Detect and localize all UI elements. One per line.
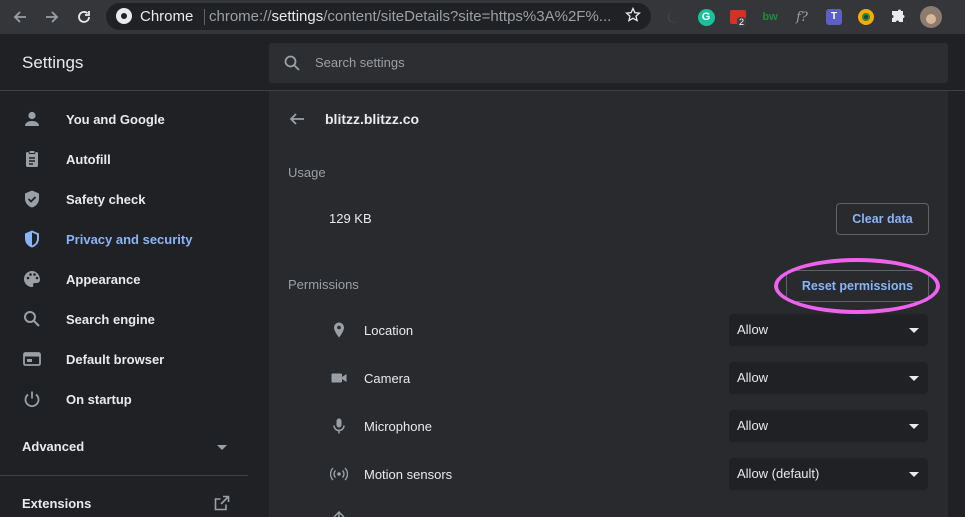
site-title: blitzz.blitzz.co (325, 111, 420, 127)
chrome-logo-icon (116, 8, 132, 24)
power-icon (24, 391, 40, 408)
back-button[interactable] (9, 6, 31, 28)
microphone-icon (333, 418, 345, 434)
bw-extension-icon[interactable]: bw (760, 7, 780, 27)
search-settings-field[interactable]: Search settings (269, 43, 948, 83)
sidebar-item-you-and-google[interactable]: You and Google (0, 101, 248, 137)
address-bar-divider (204, 9, 205, 25)
permission-label: Camera (364, 371, 411, 386)
sidebar-item-privacy-and-security[interactable]: Privacy and security (0, 221, 248, 257)
dropdown-arrow-icon (909, 424, 919, 429)
sidebar-divider (0, 475, 248, 476)
sidebar-item-autofill[interactable]: Autofill (0, 141, 248, 177)
sidebar-item-label: Privacy and security (66, 232, 193, 247)
permission-row-microphone: Microphone Allow (269, 403, 948, 451)
url-rest: /content/siteDetails?site=https%3A%2F%..… (323, 8, 612, 25)
chevron-down-icon[interactable] (217, 445, 227, 450)
reload-button[interactable] (73, 6, 95, 28)
permission-row-location: Location Allow (269, 307, 948, 355)
moon-icon[interactable] (664, 7, 684, 27)
palette-icon (24, 271, 40, 287)
permission-row-motion-sensors: Motion sensors Allow (default) (269, 451, 948, 499)
bw-label: bw (762, 11, 778, 23)
todo-badge: 2 (737, 17, 747, 27)
next-permission-icon (330, 510, 348, 517)
location-icon (334, 322, 344, 338)
color-picker-icon[interactable] (856, 7, 876, 27)
permission-row-camera: Camera Allow (269, 355, 948, 403)
sidebar-item-on-startup[interactable]: On startup (0, 381, 248, 417)
search-icon (283, 54, 301, 77)
grammarly-icon[interactable]: G (696, 7, 716, 27)
browser-icon (23, 352, 41, 366)
motion-sensors-select[interactable]: Allow (default) (729, 458, 928, 490)
camera-select[interactable]: Allow (729, 362, 928, 394)
sidebar-item-label: Search engine (66, 312, 155, 327)
sidebar-item-label: Safety check (66, 192, 146, 207)
shield-icon (25, 230, 39, 248)
select-value: Allow (737, 322, 769, 337)
usage-heading: Usage (288, 165, 326, 180)
camera-icon (331, 373, 347, 383)
arrow-right-icon (46, 11, 59, 23)
reload-icon (78, 11, 90, 23)
dropdown-arrow-icon (909, 376, 919, 381)
permissions-heading: Permissions (288, 277, 359, 292)
page-title: Settings (22, 53, 84, 72)
sidebar-advanced-toggle[interactable]: Advanced (22, 439, 84, 454)
arrow-left-icon (13, 11, 26, 23)
sidebar-item-label: On startup (66, 392, 132, 407)
sidebar-item-label: Appearance (66, 272, 141, 287)
select-value: Allow (default) (737, 466, 820, 481)
profile-avatar[interactable] (920, 6, 942, 28)
sidebar-item-label: Default browser (66, 352, 165, 367)
select-value: Allow (737, 418, 769, 433)
reset-permissions-button[interactable]: Reset permissions (786, 270, 929, 302)
motion-sensor-icon (330, 467, 348, 481)
dropdown-arrow-icon (909, 328, 919, 333)
search-icon (24, 311, 40, 327)
browser-toolbar: Chrome chrome://settings/content/siteDet… (0, 0, 965, 34)
usage-value: 129 KB (329, 211, 372, 226)
sidebar-item-default-browser[interactable]: Default browser (0, 341, 248, 377)
dropdown-arrow-icon (909, 472, 919, 477)
sidebar-extensions-link[interactable]: Extensions (22, 496, 91, 511)
puzzle-icon[interactable] (888, 7, 908, 27)
fx-label: f? (796, 9, 808, 25)
microphone-select[interactable]: Allow (729, 410, 928, 442)
url-bold: settings (271, 8, 324, 25)
search-input[interactable]: Search settings (315, 55, 405, 70)
teams-letter: T (826, 9, 842, 25)
bookmark-star-icon[interactable] (624, 6, 642, 28)
sidebar-item-appearance[interactable]: Appearance (0, 261, 248, 297)
grammarly-letter: G (697, 8, 715, 26)
sidebar-item-safety-check[interactable]: Safety check (0, 181, 248, 217)
permission-label: Microphone (364, 419, 432, 434)
teams-icon[interactable]: T (824, 7, 844, 27)
permission-label: Location (364, 323, 414, 338)
location-select[interactable]: Allow (729, 314, 928, 346)
open-in-new-icon[interactable] (214, 495, 230, 516)
sidebar-item-label: You and Google (66, 112, 165, 127)
sidebar-item-label: Autofill (66, 152, 111, 167)
forward-button[interactable] (41, 6, 63, 28)
person-icon (25, 111, 39, 126)
permission-label: Motion sensors (364, 467, 453, 482)
fx-extension-icon[interactable]: f? (792, 7, 812, 27)
address-bar-url[interactable]: chrome://settings/content/siteDetails?si… (209, 8, 614, 25)
address-bar[interactable]: Chrome chrome://settings/content/siteDet… (106, 3, 651, 30)
url-prefix: chrome:// (209, 8, 272, 25)
todo-extension-icon[interactable]: 2 (728, 7, 748, 27)
sidebar-item-search-engine[interactable]: Search engine (0, 301, 248, 337)
clipboard-icon (26, 150, 38, 167)
address-bar-scheme-label: Chrome (140, 8, 194, 25)
back-arrow-icon[interactable] (288, 110, 306, 133)
clear-data-button[interactable]: Clear data (836, 203, 929, 235)
select-value: Allow (737, 370, 769, 385)
shield-check-icon (25, 190, 39, 208)
